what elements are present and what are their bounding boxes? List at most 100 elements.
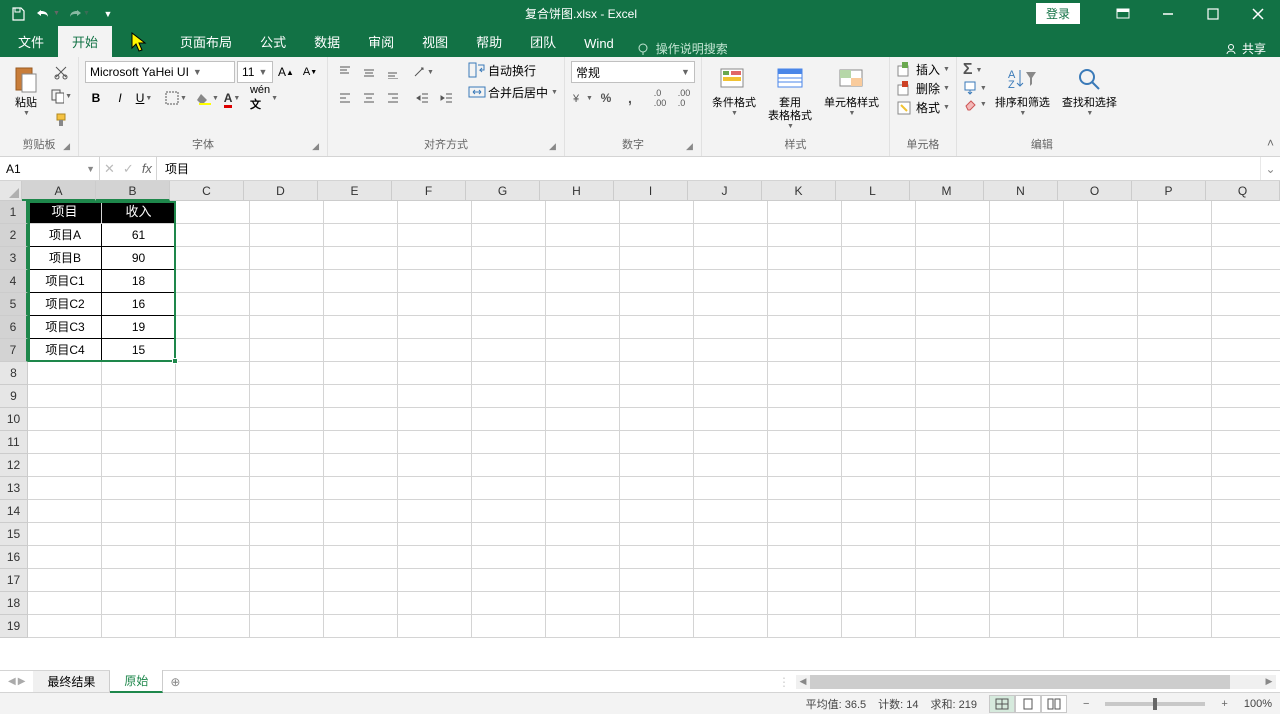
- cell[interactable]: [768, 454, 842, 477]
- cell[interactable]: [842, 270, 916, 293]
- cell[interactable]: [28, 385, 102, 408]
- column-header[interactable]: J: [688, 181, 762, 201]
- tab-home[interactable]: 开始: [58, 26, 112, 57]
- cell[interactable]: 收入: [102, 201, 176, 224]
- delete-cells-button[interactable]: 删除▼: [896, 80, 950, 97]
- cell[interactable]: [620, 477, 694, 500]
- cell[interactable]: [916, 339, 990, 362]
- cell[interactable]: [916, 569, 990, 592]
- cell[interactable]: [28, 431, 102, 454]
- cell[interactable]: [916, 615, 990, 638]
- cell[interactable]: [990, 201, 1064, 224]
- cell[interactable]: [398, 270, 472, 293]
- cell[interactable]: [990, 293, 1064, 316]
- row-header[interactable]: 16: [0, 546, 28, 569]
- cell[interactable]: [472, 500, 546, 523]
- cell[interactable]: [620, 500, 694, 523]
- cell[interactable]: [324, 385, 398, 408]
- sheet-tab-raw[interactable]: 原始: [110, 670, 163, 693]
- collapse-ribbon-button[interactable]: ˄: [1267, 136, 1274, 150]
- cell[interactable]: [990, 592, 1064, 615]
- cell[interactable]: [916, 454, 990, 477]
- autosum-button[interactable]: Σ▼: [963, 61, 987, 79]
- cell[interactable]: [1138, 500, 1212, 523]
- format-as-table-button[interactable]: 套用 表格格式▼: [764, 61, 816, 132]
- cell[interactable]: [1064, 546, 1138, 569]
- tell-me-search[interactable]: 操作说明搜索: [628, 40, 736, 57]
- insert-function-button[interactable]: fx: [142, 161, 152, 176]
- cell[interactable]: [546, 546, 620, 569]
- cell[interactable]: [472, 477, 546, 500]
- cell[interactable]: [842, 615, 916, 638]
- cancel-formula-button[interactable]: ✕: [104, 161, 115, 177]
- cell[interactable]: [176, 408, 250, 431]
- cell[interactable]: [990, 362, 1064, 385]
- cell[interactable]: [916, 592, 990, 615]
- cell[interactable]: [1138, 477, 1212, 500]
- cell[interactable]: [916, 362, 990, 385]
- cell[interactable]: [916, 523, 990, 546]
- cell[interactable]: [398, 569, 472, 592]
- percent-button[interactable]: %: [595, 87, 617, 109]
- undo-button[interactable]: ▼: [36, 3, 60, 25]
- cell[interactable]: [546, 201, 620, 224]
- cell[interactable]: [250, 454, 324, 477]
- cell[interactable]: [1138, 408, 1212, 431]
- cell[interactable]: [1212, 385, 1280, 408]
- cell[interactable]: 61: [102, 224, 176, 247]
- cell[interactable]: [1064, 201, 1138, 224]
- cell[interactable]: [1212, 546, 1280, 569]
- row-header[interactable]: 6: [0, 316, 28, 339]
- cell[interactable]: [1212, 431, 1280, 454]
- increase-decimal-button[interactable]: .0.00: [649, 87, 671, 109]
- cell[interactable]: [1138, 316, 1212, 339]
- cell[interactable]: [176, 224, 250, 247]
- cell[interactable]: [916, 224, 990, 247]
- cell[interactable]: [768, 500, 842, 523]
- cell[interactable]: [546, 339, 620, 362]
- formula-input[interactable]: 项目: [157, 157, 1260, 180]
- cell[interactable]: [620, 293, 694, 316]
- cell[interactable]: [1138, 592, 1212, 615]
- cell[interactable]: [1212, 569, 1280, 592]
- page-break-view-button[interactable]: [1041, 695, 1067, 713]
- cell[interactable]: [990, 339, 1064, 362]
- cell[interactable]: [1064, 293, 1138, 316]
- cell[interactable]: [916, 316, 990, 339]
- cell[interactable]: [1212, 477, 1280, 500]
- cell[interactable]: [324, 546, 398, 569]
- cell[interactable]: [1212, 270, 1280, 293]
- cell[interactable]: [916, 270, 990, 293]
- cell[interactable]: [176, 477, 250, 500]
- cell[interactable]: [102, 546, 176, 569]
- cell[interactable]: [472, 523, 546, 546]
- row-header[interactable]: 19: [0, 615, 28, 638]
- column-header[interactable]: P: [1132, 181, 1206, 201]
- tab-team[interactable]: 团队: [516, 26, 570, 57]
- cell[interactable]: [842, 293, 916, 316]
- tab-formulas[interactable]: 公式: [246, 26, 300, 57]
- ribbon-options-button[interactable]: [1100, 0, 1145, 27]
- cell[interactable]: [1064, 615, 1138, 638]
- cell[interactable]: [1064, 523, 1138, 546]
- cell[interactable]: [990, 270, 1064, 293]
- cell[interactable]: [1138, 569, 1212, 592]
- cell[interactable]: [1138, 454, 1212, 477]
- cell[interactable]: [842, 339, 916, 362]
- row-header[interactable]: 5: [0, 293, 28, 316]
- cell[interactable]: [102, 615, 176, 638]
- cell[interactable]: [176, 293, 250, 316]
- cell[interactable]: [324, 454, 398, 477]
- cell[interactable]: [102, 431, 176, 454]
- cell[interactable]: [620, 224, 694, 247]
- cell[interactable]: [28, 569, 102, 592]
- cell[interactable]: [472, 201, 546, 224]
- tab-insert[interactable]: 插入: [112, 26, 166, 57]
- dialog-launcher-icon[interactable]: ◢: [312, 141, 319, 152]
- maximize-button[interactable]: [1190, 0, 1235, 27]
- cell[interactable]: [250, 523, 324, 546]
- cell[interactable]: [472, 316, 546, 339]
- cell[interactable]: [842, 408, 916, 431]
- cell[interactable]: 项目B: [28, 247, 102, 270]
- cell[interactable]: [694, 546, 768, 569]
